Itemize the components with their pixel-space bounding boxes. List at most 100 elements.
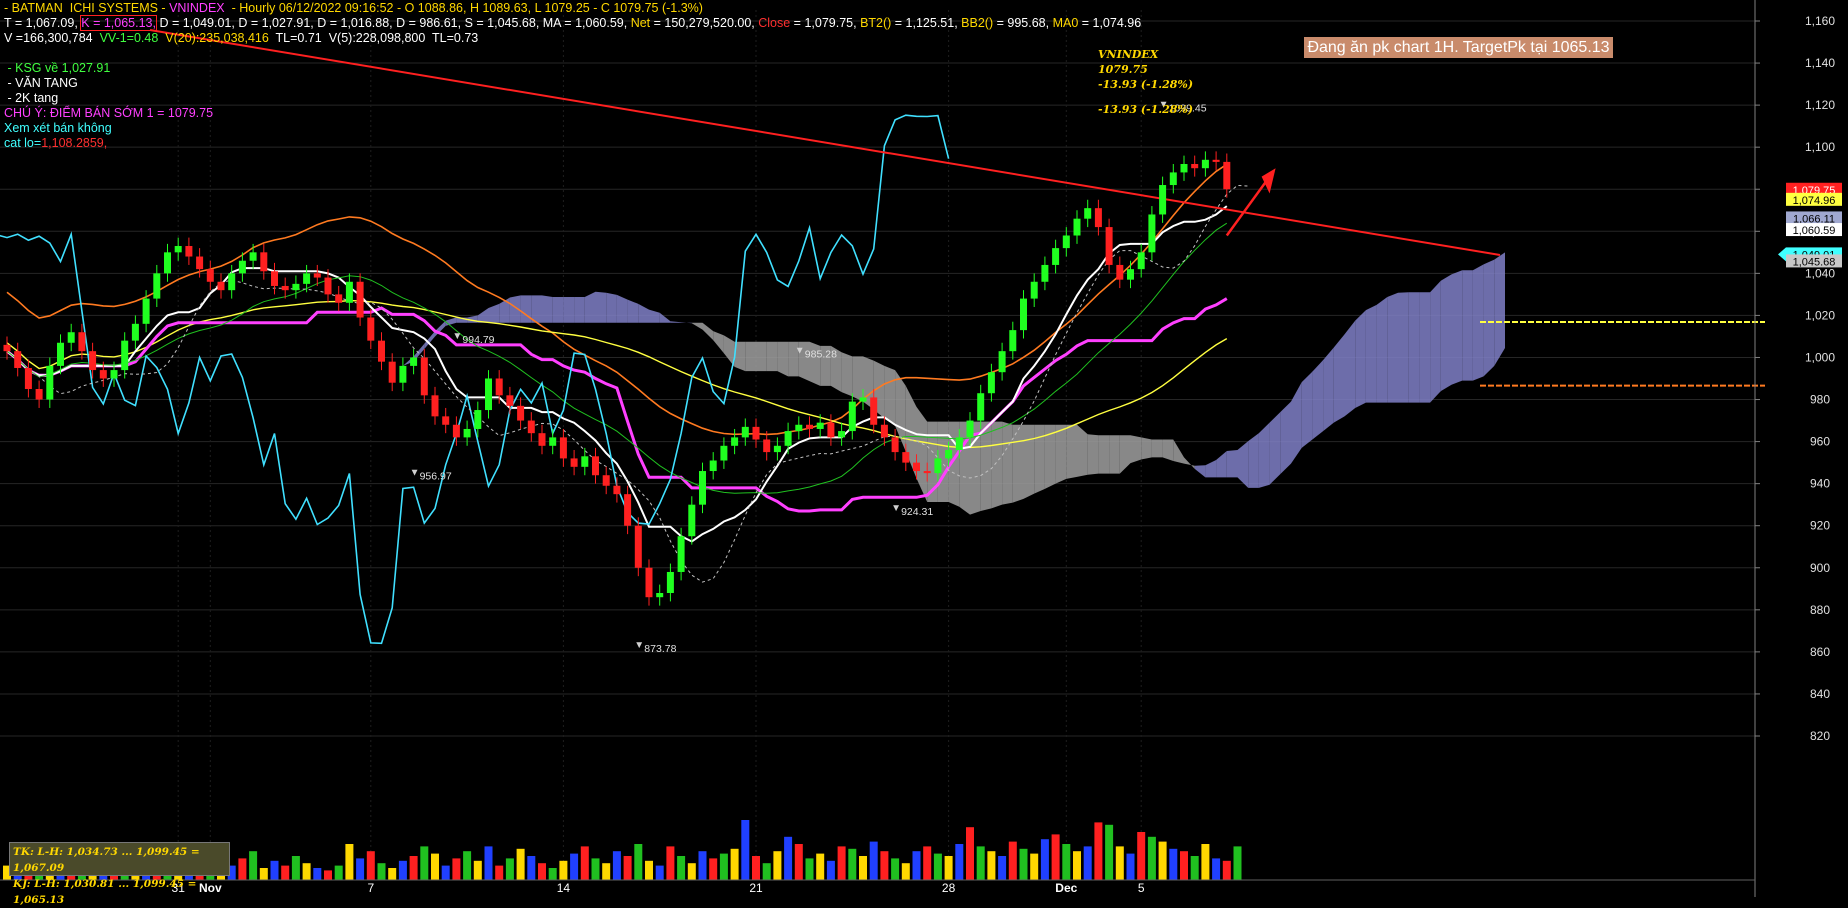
candle-body — [335, 294, 343, 303]
candle-body — [870, 397, 878, 425]
candle-body — [303, 273, 311, 284]
y-tick-label: 1,140 — [1805, 56, 1835, 70]
candle-body — [827, 422, 835, 438]
header-segment: - VĂN TANG — [4, 76, 78, 90]
cloud-segment — [531, 295, 542, 323]
volume-bar — [1019, 848, 1028, 880]
header-segment: V(5):228,098,800 — [328, 31, 433, 45]
cloud-segment — [1430, 280, 1441, 403]
cloud-segment — [1494, 252, 1505, 366]
volume-bar — [677, 856, 686, 880]
candle-body — [174, 246, 182, 253]
y-tick-label: 920 — [1810, 519, 1830, 533]
cloud-segment — [1098, 435, 1110, 474]
cloud-segment — [1034, 424, 1045, 494]
candle-body — [452, 424, 460, 438]
candle-body — [998, 351, 1006, 373]
candle-body — [271, 271, 278, 286]
volume-bar — [516, 848, 525, 880]
volume-bar — [1083, 846, 1092, 880]
candle-body — [538, 433, 546, 446]
cloud-segment — [1066, 424, 1077, 479]
candle-body — [142, 298, 150, 324]
volume-bar — [1180, 851, 1188, 880]
volume-bar — [880, 851, 889, 880]
candle-body — [206, 269, 214, 282]
ichimoku-chart[interactable]: ▼ 1099.45▼ 994.79▼ 985.28▼ 956.97▼ 873.78▼ 924… — [0, 0, 1848, 897]
x-tick-label: 7 — [367, 881, 374, 895]
header-segment: Xem xét bán không — [4, 121, 112, 135]
header-segment: Net — [630, 16, 651, 30]
cloud-segment — [1130, 435, 1142, 464]
candle-body — [153, 273, 161, 299]
cloud-segment — [1162, 439, 1174, 462]
candle-body — [378, 340, 385, 362]
cloud-segment — [574, 297, 585, 323]
candle-body — [313, 273, 321, 278]
candle-body — [795, 424, 803, 432]
cloud-segment — [1023, 424, 1035, 499]
volume-bar — [1126, 853, 1135, 880]
volume-bar — [291, 856, 300, 880]
candle-body — [217, 281, 225, 291]
volume-bar — [388, 868, 397, 880]
candle-body — [987, 372, 995, 394]
x-tick-label: 28 — [942, 881, 956, 895]
candle-body — [292, 283, 300, 291]
volume-bar — [1062, 844, 1071, 880]
vnindex-close: 1079.75 — [1098, 63, 1148, 76]
cloud-segment — [756, 341, 767, 372]
candle-body — [196, 256, 204, 270]
cloud-segment — [1408, 292, 1420, 403]
volume-bar — [1040, 839, 1049, 880]
cloud-segment — [552, 297, 564, 323]
candle-body — [399, 365, 407, 383]
candle-body — [913, 462, 920, 472]
candle-body — [773, 445, 781, 453]
volume-bar — [591, 858, 600, 880]
cloud-segment — [1440, 274, 1452, 392]
volume-bar — [1169, 848, 1178, 880]
y-tick-label: 820 — [1810, 729, 1830, 743]
volume-bar — [1094, 822, 1103, 880]
volume-bar — [794, 844, 803, 880]
header-segment: VV-1=0.48 — [99, 31, 166, 45]
candle-body — [121, 340, 129, 371]
cloud-segment — [745, 341, 756, 372]
peak-label: 956.97 — [420, 470, 452, 482]
candle-body — [1148, 214, 1156, 253]
cloud-segment — [1151, 439, 1163, 458]
cloud-segment — [1344, 320, 1356, 417]
volume-bar — [398, 860, 407, 880]
candle-body — [1191, 164, 1199, 169]
volume-bar — [313, 868, 322, 880]
volume-bar — [955, 844, 964, 880]
candle-body — [164, 252, 171, 274]
candle-body — [14, 351, 22, 368]
volume-bar — [655, 865, 664, 880]
candle-body — [131, 323, 139, 341]
x-tick-label: 5 — [1138, 881, 1145, 895]
price-tag: 1,045.68 — [1786, 254, 1842, 268]
header-segment: = 1,125.51, — [891, 16, 962, 30]
peak-arrow: ▼ — [795, 345, 805, 356]
volume-bar — [548, 868, 557, 880]
header-segment: VNINDEX — [169, 1, 225, 15]
cloud-segment — [1451, 270, 1463, 385]
candle-body — [238, 260, 246, 274]
candle-body — [709, 460, 717, 472]
cloud-segment — [1002, 421, 1013, 505]
volume-bar — [1201, 844, 1210, 880]
volume-bar — [270, 860, 279, 880]
candle-body — [506, 395, 514, 406]
cloud-segment — [777, 341, 789, 377]
candle-body — [559, 437, 567, 459]
candle-body — [945, 450, 953, 459]
volume-bar — [302, 863, 311, 880]
header-segment: - KSG về 1,027.91 — [4, 61, 111, 75]
note-line: - VĂN TANG — [4, 76, 213, 91]
volume-bar — [837, 846, 846, 880]
y-tick-label: 980 — [1810, 393, 1830, 407]
cloud-segment — [616, 294, 628, 323]
volume-bar — [420, 846, 429, 880]
